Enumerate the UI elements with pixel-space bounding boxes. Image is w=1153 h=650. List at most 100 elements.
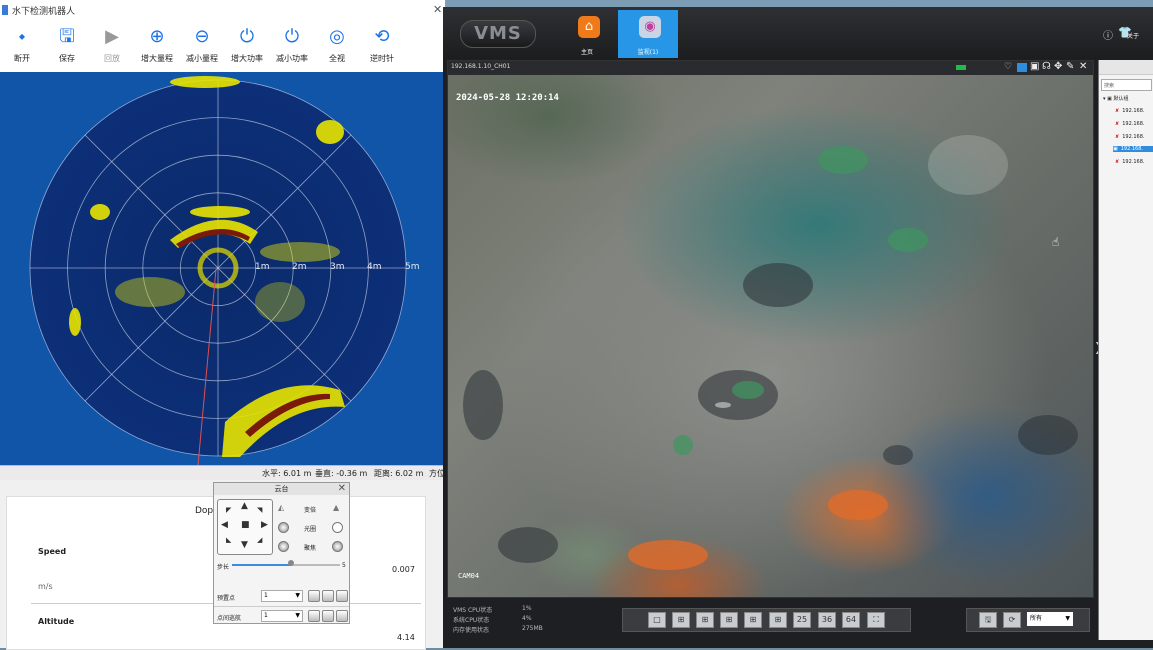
left-arrow-icon[interactable]: ◀ xyxy=(221,520,228,530)
layout-25-button[interactable]: 25 xyxy=(793,612,811,628)
tool-label: 保存 xyxy=(59,54,75,63)
down-arrow-icon[interactable]: ▼ xyxy=(241,540,248,550)
speed-label: Speed xyxy=(38,547,67,556)
device-search-input[interactable]: 搜索 xyxy=(1101,79,1152,91)
up-left-arrow-icon[interactable]: ◤ xyxy=(226,506,231,514)
device-item[interactable]: ✘ 192.168. xyxy=(1115,108,1144,114)
fullview-button[interactable]: ◎ 全视 xyxy=(315,24,359,70)
sonar-titlebar: 水下检测机器人 ✕ xyxy=(0,0,445,23)
power-up-button[interactable]: ⏻ 增大功率 xyxy=(225,24,269,70)
layout-16-icon[interactable]: ⊞ xyxy=(769,612,787,628)
about-link[interactable]: 关于 xyxy=(1127,31,1139,40)
device-label: 192.168. xyxy=(1122,159,1145,165)
preset-select[interactable]: 1 ▼ xyxy=(261,590,303,602)
vms-cpu-value: 1% xyxy=(522,605,532,612)
preset-value: 1 xyxy=(264,592,268,599)
signal-indicator xyxy=(956,65,966,70)
layout-36-button[interactable]: 36 xyxy=(818,612,836,628)
preset-call-icon[interactable] xyxy=(308,590,320,602)
filter-select[interactable]: 所有 ▼ xyxy=(1027,612,1073,626)
video-window[interactable]: 192.168.1.10_CH01 ♡ ▣ ☊ ✥ ✎ ✕ 2024-05-28… xyxy=(447,60,1094,598)
close-icon[interactable]: ✕ xyxy=(338,483,346,495)
fullscreen-icon[interactable]: ⛶ xyxy=(867,612,885,628)
save-button[interactable]: 🖫 保存 xyxy=(45,24,89,70)
save-icon[interactable]: 🖫 xyxy=(979,612,997,628)
chevron-down-icon: ▼ xyxy=(295,612,300,619)
audio-icon[interactable]: ☊ xyxy=(1042,61,1051,72)
save-icon: 🖫 xyxy=(59,26,75,47)
layout-64-button[interactable]: 64 xyxy=(842,612,860,628)
range-down-button[interactable]: ⊖ 减小量程 xyxy=(180,24,224,70)
layout-9-icon[interactable]: ⊞ xyxy=(744,612,762,628)
close-icon[interactable]: ✕ xyxy=(433,3,442,16)
device-group-label: 默认组 xyxy=(1113,96,1129,102)
focus-plus-icon[interactable] xyxy=(332,541,343,552)
disconnect-button[interactable]: ⬩ 断开 xyxy=(0,24,44,70)
range-label-5m: 5m xyxy=(405,262,420,272)
preset-add-icon[interactable] xyxy=(322,590,334,602)
sonar-display[interactable]: 1m 2m 3m 4m 5m xyxy=(0,72,445,465)
camera-feed[interactable]: 2024-05-28 12:20:14 CAM04 ☝ xyxy=(448,75,1093,597)
range-up-button[interactable]: ⊕ 增大量程 xyxy=(135,24,179,70)
cruise-start-icon[interactable] xyxy=(308,610,320,622)
video-toolbar: 192.168.1.10_CH01 ♡ ▣ ☊ ✥ ✎ ✕ xyxy=(448,61,1093,75)
cruise-settings-icon[interactable] xyxy=(336,610,348,622)
cruise-select[interactable]: 1 ▼ xyxy=(261,610,303,622)
tool-label: 减小量程 xyxy=(186,54,218,63)
tool-label: 逆时针 xyxy=(370,54,394,63)
layout-6-icon[interactable]: ⊞ xyxy=(696,612,714,628)
zoom-in-icon[interactable]: ▲ xyxy=(333,503,339,512)
focus-minus-icon[interactable] xyxy=(278,541,289,552)
zoom-out-icon[interactable]: ◭ xyxy=(278,503,284,512)
cruise-stop-icon[interactable] xyxy=(322,610,334,622)
window-title: 水下检测机器人 xyxy=(12,7,76,17)
step-slider-handle[interactable] xyxy=(288,560,294,566)
layout-1-icon[interactable]: □ xyxy=(648,612,666,628)
device-item-selected[interactable]: ▣ 192.168. xyxy=(1113,146,1153,152)
layout-8-icon[interactable]: ⊞ xyxy=(720,612,738,628)
device-panel-header xyxy=(1099,60,1153,75)
disconnect-icon: ⬩ xyxy=(18,26,26,47)
power-down-button[interactable]: ⏻ 减小功率 xyxy=(270,24,314,70)
tab-label: 主页 xyxy=(580,49,593,56)
step-slider-track[interactable] xyxy=(292,564,340,566)
snapshot-icon[interactable]: ▣ xyxy=(1030,61,1039,72)
right-arrow-icon[interactable]: ▶ xyxy=(261,520,268,530)
offline-icon: ✘ xyxy=(1115,134,1120,140)
tools-icon[interactable]: ✎ xyxy=(1066,61,1074,72)
down-right-arrow-icon[interactable]: ◢ xyxy=(257,536,262,544)
cruise-value: 1 xyxy=(264,612,268,619)
device-group-root[interactable]: ▾ ▣ 默认组 xyxy=(1103,95,1128,102)
filter-value: 所有 xyxy=(1030,615,1043,622)
altitude-label: Altitude xyxy=(38,617,75,626)
device-item[interactable]: ✘ 192.168. xyxy=(1115,121,1144,127)
step-value: 5 xyxy=(342,562,346,569)
up-arrow-icon[interactable]: ▲ xyxy=(241,501,248,511)
preset-delete-icon[interactable] xyxy=(336,590,348,602)
aperture-plus-icon[interactable] xyxy=(332,522,343,533)
tab-home[interactable]: ⌂ 主页 xyxy=(557,10,617,58)
layout-4-icon[interactable]: ⊞ xyxy=(672,612,690,628)
close-icon[interactable]: ✕ xyxy=(1079,61,1087,72)
device-label: 192.168. xyxy=(1122,121,1145,127)
vms-cpu-label: VMS CPU状态 xyxy=(453,607,493,614)
refresh-icon[interactable]: ⟳ xyxy=(1003,612,1021,628)
device-item[interactable]: ✘ 192.168. xyxy=(1115,134,1144,140)
tab-monitor[interactable]: ◉ 监视(1) xyxy=(618,10,678,58)
down-left-arrow-icon[interactable]: ◣ xyxy=(226,536,231,544)
sonar-statusbar: 水平: 6.01 m 垂直: -0.36 m 距离: 6.02 m 方位 xyxy=(0,465,445,481)
pin-icon[interactable]: ♡ xyxy=(1004,62,1012,72)
playback-button[interactable]: ▶ 回放 xyxy=(90,24,134,70)
info-icon[interactable]: ⓘ xyxy=(1103,27,1113,42)
stop-icon[interactable]: ■ xyxy=(241,520,250,530)
ptz-icon[interactable]: ✥ xyxy=(1054,61,1062,72)
preset-label: 预置点 xyxy=(217,595,236,602)
record-icon[interactable] xyxy=(1017,63,1027,72)
counterclockwise-button[interactable]: ⟲ 逆时针 xyxy=(360,24,404,70)
aperture-minus-icon[interactable] xyxy=(278,522,289,533)
chevron-down-icon: ▼ xyxy=(1065,615,1070,622)
ptz-control-popup: 云台 ✕ ▲ ▼ ◀ ▶ ◤ ◥ ◣ ◢ ■ ◭ 变倍 ▲ 光圈 聚焦 步长 5… xyxy=(213,482,350,624)
up-right-arrow-icon[interactable]: ◥ xyxy=(257,506,262,514)
vms-bottom-bar: VMS CPU状态 1% 系统CPU状态 4% 内存使用状态 275MB □ ⊞… xyxy=(443,598,1098,648)
device-item[interactable]: ✘ 192.168. xyxy=(1115,159,1144,165)
